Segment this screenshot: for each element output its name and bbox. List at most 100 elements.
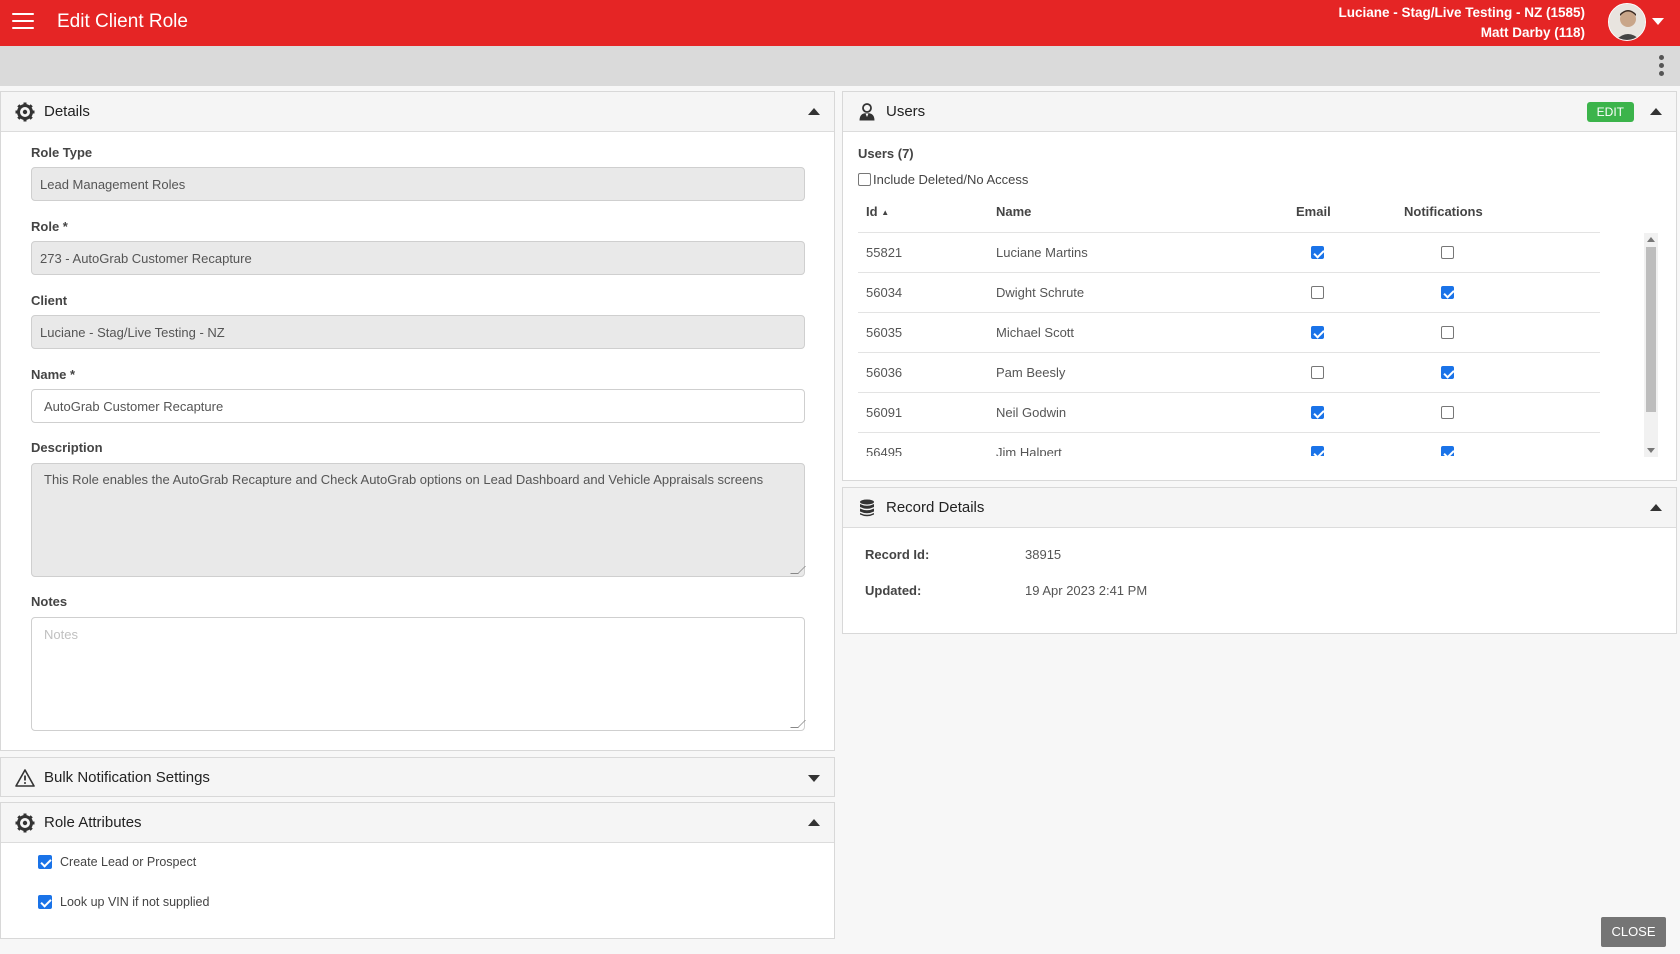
notes-textarea[interactable]: Notes xyxy=(31,617,806,731)
column-header-email[interactable]: Email xyxy=(1296,204,1331,219)
more-options-icon[interactable] xyxy=(1659,55,1665,77)
chevron-up-icon[interactable] xyxy=(808,108,820,115)
users-header[interactable]: Users EDIT xyxy=(843,92,1676,132)
scrollbar-thumb[interactable] xyxy=(1646,247,1656,412)
updated-label: Updated: xyxy=(865,583,922,598)
chevron-up-icon[interactable] xyxy=(1650,108,1662,115)
name-label: Name * xyxy=(31,367,76,382)
scroll-up-icon[interactable] xyxy=(1647,237,1655,242)
users-panel: Users EDIT Users (7) Include Deleted/No … xyxy=(842,91,1677,481)
column-header-name[interactable]: Name xyxy=(996,204,1031,219)
table-row[interactable]: 56495 Jim Halpert xyxy=(858,433,1600,456)
email-checkbox[interactable] xyxy=(1311,406,1324,419)
email-checkbox[interactable] xyxy=(1311,246,1324,259)
description-label: Description xyxy=(31,440,103,455)
close-button[interactable]: CLOSE xyxy=(1601,917,1666,947)
user-name: Neil Godwin xyxy=(996,405,1067,420)
column-header-id-label: Id xyxy=(866,204,878,219)
chevron-up-icon[interactable] xyxy=(808,819,820,826)
client-field: Luciane - Stag/Live Testing - NZ xyxy=(31,315,805,349)
record-id-label: Record Id: xyxy=(865,547,930,562)
gear-icon xyxy=(15,813,35,833)
user-name: Jim Halpert xyxy=(996,445,1062,456)
details-header[interactable]: Details xyxy=(1,92,834,132)
updated-value: 19 Apr 2023 2:41 PM xyxy=(1025,583,1148,598)
bulk-notification-header[interactable]: Bulk Notification Settings xyxy=(1,758,834,796)
role-attributes-panel: Role Attributes Create Lead or Prospect … xyxy=(0,802,835,939)
table-row[interactable]: 56035 Michael Scott xyxy=(858,313,1600,353)
role-type-field: Lead Management Roles xyxy=(31,167,805,201)
notifications-checkbox[interactable] xyxy=(1441,406,1454,419)
chevron-up-icon[interactable] xyxy=(1650,504,1662,511)
user-name: Pam Beesly xyxy=(996,365,1066,380)
notifications-checkbox[interactable] xyxy=(1441,326,1454,339)
description-textarea: This Role enables the AutoGrab Recapture… xyxy=(31,463,806,577)
user-name: Michael Scott xyxy=(996,325,1075,340)
users-scrollbar[interactable] xyxy=(1644,233,1658,457)
users-title: Users xyxy=(886,103,926,120)
include-deleted-option[interactable]: Include Deleted/No Access xyxy=(858,172,1028,187)
user-id: 56035 xyxy=(866,325,903,340)
name-input[interactable]: AutoGrab Customer Recapture xyxy=(31,389,805,423)
email-checkbox[interactable] xyxy=(1311,326,1324,339)
user-id: 56034 xyxy=(866,285,903,300)
scroll-down-icon[interactable] xyxy=(1647,448,1655,453)
user-info[interactable]: Luciane - Stag/Live Testing - NZ (1585) … xyxy=(1338,3,1585,43)
chevron-down-icon[interactable] xyxy=(1652,18,1664,25)
role-field: 273 - AutoGrab Customer Recapture xyxy=(31,241,805,275)
menu-icon[interactable] xyxy=(12,13,34,31)
user-id: 55821 xyxy=(866,245,903,260)
avatar[interactable] xyxy=(1608,3,1646,41)
table-row[interactable]: 56091 Neil Godwin xyxy=(858,393,1600,433)
notifications-checkbox[interactable] xyxy=(1441,366,1454,379)
top-bar: Edit Client Role Luciane - Stag/Live Tes… xyxy=(0,0,1680,46)
record-details-title: Record Details xyxy=(886,499,985,516)
sort-asc-icon: ▲ xyxy=(881,208,890,218)
record-details-header[interactable]: Record Details xyxy=(843,488,1676,528)
notifications-checkbox[interactable] xyxy=(1441,286,1454,299)
details-title: Details xyxy=(44,103,90,120)
edit-button[interactable]: EDIT xyxy=(1586,102,1634,122)
attribute-checkbox[interactable] xyxy=(38,855,52,869)
attribute-label: Create Lead or Prospect xyxy=(60,855,197,869)
page-title: Edit Client Role xyxy=(57,11,188,32)
notifications-checkbox[interactable] xyxy=(1441,246,1454,259)
email-checkbox[interactable] xyxy=(1311,286,1324,299)
role-type-label: Role Type xyxy=(31,145,93,160)
bulk-notification-panel: Bulk Notification Settings xyxy=(0,757,835,797)
user-name: Luciane Martins xyxy=(996,245,1088,260)
user-line: Matt Darby (118) xyxy=(1480,25,1585,40)
user-name: Dwight Schrute xyxy=(996,285,1085,300)
user-icon xyxy=(859,103,875,121)
resize-handle[interactable] xyxy=(790,566,806,574)
warning-icon xyxy=(15,769,35,787)
description-text: This Role enables the AutoGrab Recapture… xyxy=(44,472,764,487)
chevron-down-icon[interactable] xyxy=(808,775,820,782)
database-icon xyxy=(860,499,874,517)
notes-placeholder: Notes xyxy=(44,627,78,642)
attribute-item[interactable]: Create Lead or Prospect xyxy=(38,855,196,869)
client-label: Client xyxy=(31,293,68,308)
user-id: 56036 xyxy=(866,365,903,380)
resize-handle[interactable] xyxy=(790,720,806,728)
attribute-label: Look up VIN if not supplied xyxy=(60,895,210,909)
attribute-item[interactable]: Look up VIN if not supplied xyxy=(38,895,209,909)
table-row[interactable]: 55821 Luciane Martins xyxy=(858,233,1600,273)
users-count: Users (7) xyxy=(858,146,914,161)
role-attributes-header[interactable]: Role Attributes xyxy=(1,803,834,843)
email-checkbox[interactable] xyxy=(1311,366,1324,379)
user-id: 56091 xyxy=(866,405,903,420)
table-row[interactable]: 56034 Dwight Schrute xyxy=(858,273,1600,313)
attribute-checkbox[interactable] xyxy=(38,895,52,909)
record-details-panel: Record Details Record Id: 38915 Updated:… xyxy=(842,487,1677,634)
record-id-value: 38915 xyxy=(1025,547,1062,562)
notifications-checkbox[interactable] xyxy=(1441,446,1454,456)
user-id: 56495 xyxy=(866,445,903,456)
table-row[interactable]: 56036 Pam Beesly xyxy=(858,353,1600,393)
details-panel: Details Role Type Lead Management Roles … xyxy=(0,91,835,751)
column-header-notifications[interactable]: Notifications xyxy=(1404,204,1483,219)
users-table: 55821 Luciane Martins 56034 Dwight Schru… xyxy=(858,232,1600,456)
email-checkbox[interactable] xyxy=(1311,446,1324,456)
include-deleted-checkbox[interactable] xyxy=(858,173,871,186)
column-header-id[interactable]: Id ▲ xyxy=(866,204,889,219)
